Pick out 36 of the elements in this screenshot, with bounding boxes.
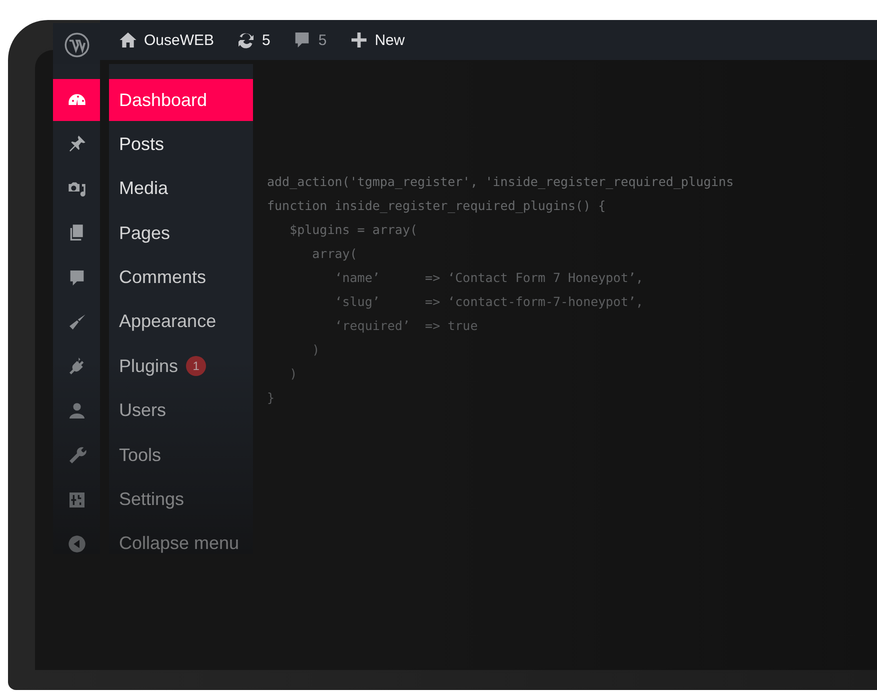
menu-item[interactable]: Posts <box>109 123 253 166</box>
menu-item[interactable]: Pages <box>109 212 253 254</box>
sliders-icon <box>66 490 86 510</box>
menu-item[interactable]: Tools <box>109 434 253 476</box>
pin-icon <box>66 134 86 154</box>
code-line: ‘required’ => true <box>334 317 479 335</box>
menu-item[interactable]: Dashboard <box>109 79 253 121</box>
site-link[interactable]: OuseWEB <box>118 30 214 50</box>
count-badge: 1 <box>186 356 206 376</box>
code-line: ) <box>311 341 321 359</box>
menu-item[interactable]: Media <box>109 168 253 210</box>
person-icon <box>66 400 86 421</box>
wrench-icon <box>66 445 86 466</box>
menu-item[interactable]: Collapse menu <box>109 522 253 565</box>
code-line: function inside_register_required_plugins() { <box>267 197 607 215</box>
code-line: add_action('tgmpa_register', 'inside_register_required_plugins <box>267 173 735 191</box>
menu-item[interactable]: Comments <box>109 256 253 299</box>
collapse-arrow-icon <box>66 534 86 554</box>
wordpress-logo-icon <box>64 32 90 58</box>
code-line: ‘name’ => ‘Contact Form 7 Honeypot’, <box>334 269 644 287</box>
plug-icon <box>66 356 86 376</box>
code-line: } <box>267 389 276 407</box>
home-icon <box>118 30 138 50</box>
new-link[interactable]: New <box>348 30 405 50</box>
updates-link[interactable]: 5 <box>236 30 270 50</box>
code-line: ‘slug’ => ‘contact-form-7-honeypot’, <box>334 293 644 311</box>
menu-item[interactable]: Settings <box>109 478 253 521</box>
code-line: $plugins = array( <box>288 221 419 239</box>
code-line: array( <box>311 245 358 263</box>
menu-item[interactable]: Plugins 1 <box>109 345 253 388</box>
menu-icon-tab[interactable] <box>53 79 100 121</box>
menu-item[interactable]: Users <box>109 390 253 432</box>
code-line: ) <box>288 365 298 383</box>
plus-icon <box>348 30 369 50</box>
comments-link[interactable]: 5 <box>292 30 327 50</box>
menu-item[interactable]: Appearance <box>109 300 253 343</box>
